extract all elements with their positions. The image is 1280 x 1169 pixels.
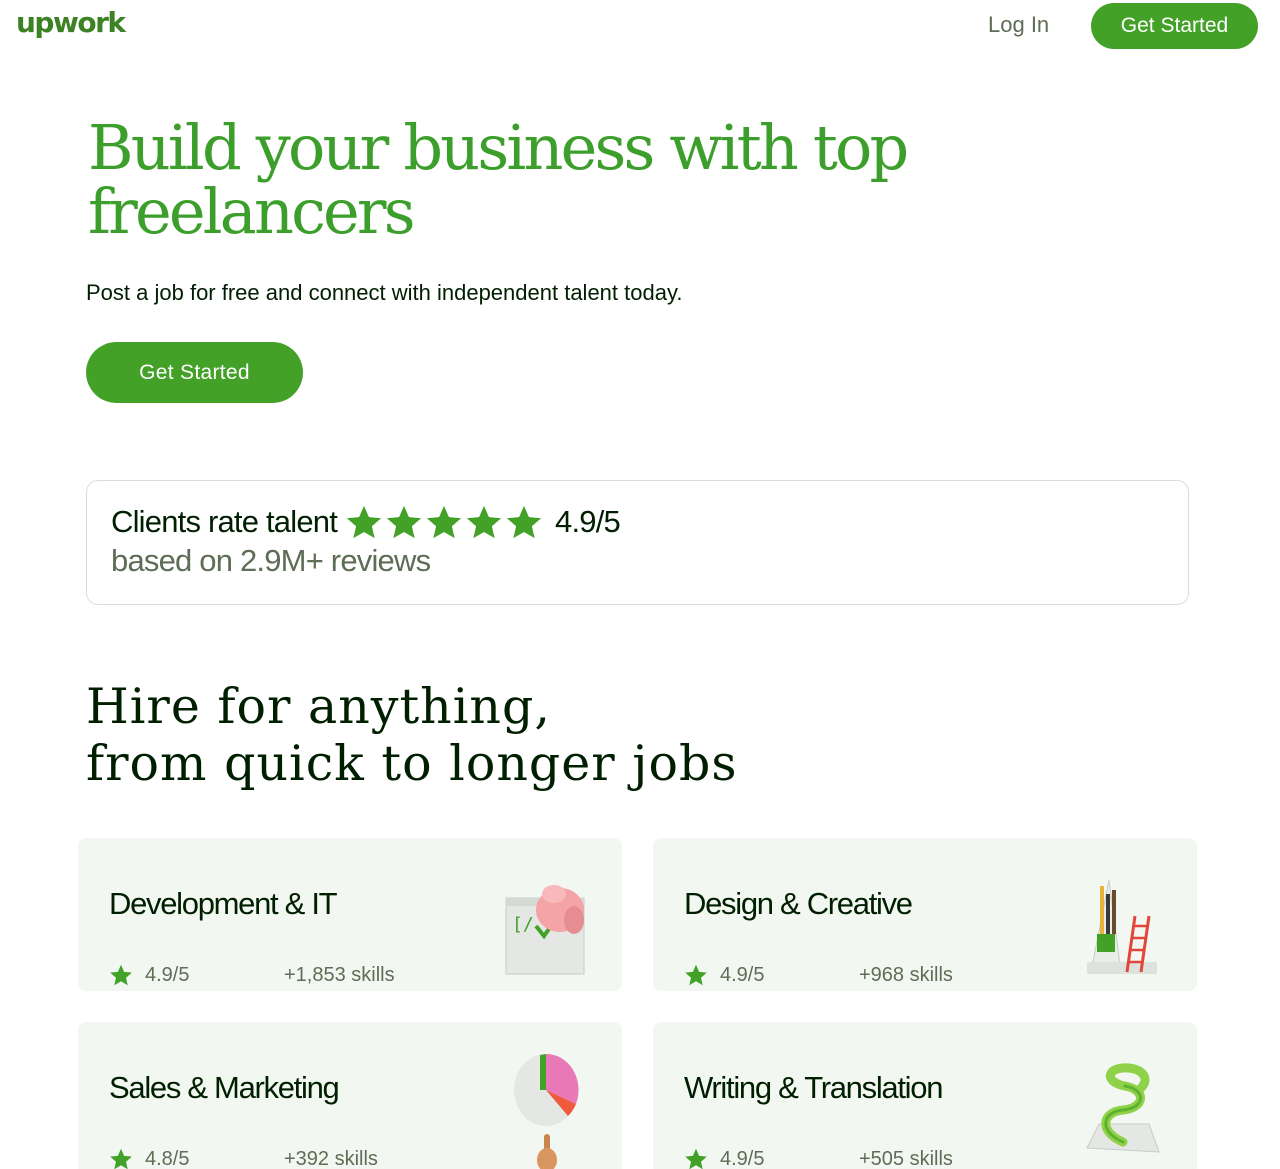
star-icon [506,505,542,539]
category-card-development[interactable]: Development & IT 4.9/5 +1,853 skills [/ [78,838,622,991]
rating-card: Clients rate talent 4.9/5 based on 2.9M+… [86,480,1189,605]
category-rating: 4.9/5 [720,963,765,986]
category-meta: 4.8/5 +392 skills [109,1147,378,1169]
pie-chart-hand-icon [514,1053,579,1169]
section-title-line-1: Hire for anything, [86,678,551,735]
svg-text:[/: [/ [512,914,534,935]
star-icon [110,964,132,986]
category-card-design[interactable]: Design & Creative 4.9/5 +968 skills [653,838,1197,991]
hero-get-started-button[interactable]: Get Started [86,342,303,403]
section-title-line-2: from quick to longer jobs [86,735,738,792]
category-skills: +505 skills [859,1147,953,1169]
star-icon [386,505,422,539]
rating-label: Clients rate talent [111,504,338,539]
star-icon [346,505,382,539]
category-card-sales[interactable]: Sales & Marketing 4.8/5 +392 skills [78,1022,622,1169]
star-icon [110,1148,132,1169]
star-icon [466,505,502,539]
rating-reviews: based on 2.9M+ reviews [111,543,431,578]
category-rating: 4.9/5 [720,1147,765,1169]
star-icon [685,964,707,986]
category-skills: +968 skills [859,963,953,986]
star-icon [685,1148,707,1169]
category-skills: +392 skills [284,1147,378,1169]
category-meta: 4.9/5 +968 skills [684,963,953,987]
category-card-writing[interactable]: Writing & Translation 4.9/5 +505 skills [653,1022,1197,1169]
hero-title-line-2: freelancers [88,175,416,248]
hero-title: Build your business with top freelancers [88,116,1088,244]
category-title: Development & IT [109,886,338,921]
hero-title-line-1: Build your business with top [88,111,909,184]
category-title: Sales & Marketing [109,1070,340,1105]
pencils-ladder-icon [1087,879,1157,974]
category-meta: 4.9/5 +505 skills [684,1147,953,1169]
code-window-hand-icon: [/ [505,885,585,975]
upwork-logo[interactable]: upwork [16,6,126,39]
rating-stars [345,503,543,541]
category-title: Design & Creative [684,886,913,921]
section-title: Hire for anything, from quick to longer … [86,678,737,792]
spiral-icon [1086,1063,1160,1153]
hero-subtitle: Post a job for free and connect with ind… [86,280,683,305]
star-icon [426,505,462,539]
rating-summary: Clients rate talent 4.9/5 [111,503,621,541]
category-rating: 4.8/5 [145,1147,190,1169]
category-meta: 4.9/5 +1,853 skills [109,963,395,987]
category-skills: +1,853 skills [284,963,395,986]
login-link[interactable]: Log In [988,12,1049,38]
rating-score: 4.9/5 [555,504,621,539]
category-title: Writing & Translation [684,1070,943,1105]
category-rating: 4.9/5 [145,963,190,986]
header-get-started-button[interactable]: Get Started [1091,3,1258,49]
